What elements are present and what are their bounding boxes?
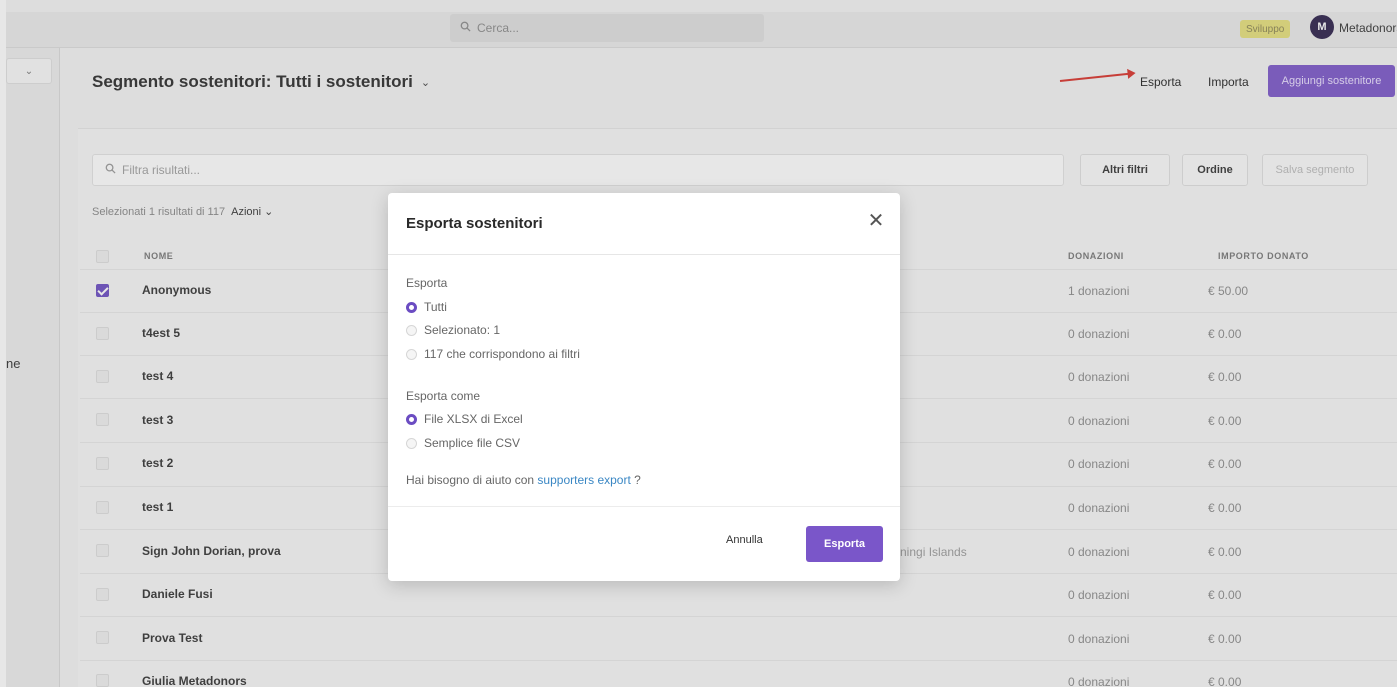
radio-label: Semplice file CSV [424,436,521,450]
help-suffix: ? [630,473,641,487]
export-dialog: Esporta sostenitori ✕ Esporta Tutti Sele… [388,193,900,581]
radio-label: Tutti [424,300,447,314]
radio-label: File XLSX di Excel [424,412,523,426]
dialog-footer-divider [388,506,900,507]
export-submit-button[interactable]: Esporta [806,526,883,562]
radio-dot [406,324,417,336]
radio-dot [406,437,417,449]
radio-dot [406,413,417,425]
radio-label: Selezionato: 1 [424,323,501,337]
help-text: Hai bisogno di aiuto con supporters expo… [406,473,641,487]
export-format-label: Esporta come [406,389,481,403]
radio-export-filtered[interactable]: 117 che corrispondono ai filtri [406,347,580,361]
radio-dot [406,301,417,313]
radio-export-selected[interactable]: Selezionato: 1 [406,323,500,337]
cancel-button[interactable]: Annulla [726,534,763,546]
radio-format-xlsx[interactable]: File XLSX di Excel [406,412,523,426]
help-prefix: Hai bisogno di aiuto con [406,473,538,487]
radio-dot [406,348,417,360]
close-icon[interactable]: ✕ [866,211,886,231]
radio-export-all[interactable]: Tutti [406,300,447,314]
help-link[interactable]: supporters export [537,473,630,487]
dialog-title: Esporta sostenitori [406,215,543,232]
dialog-header: Esporta sostenitori ✕ [388,193,900,255]
export-scope-label: Esporta [406,276,448,290]
radio-format-csv[interactable]: Semplice file CSV [406,436,520,450]
radio-label: 117 che corrispondono ai filtri [424,347,580,361]
